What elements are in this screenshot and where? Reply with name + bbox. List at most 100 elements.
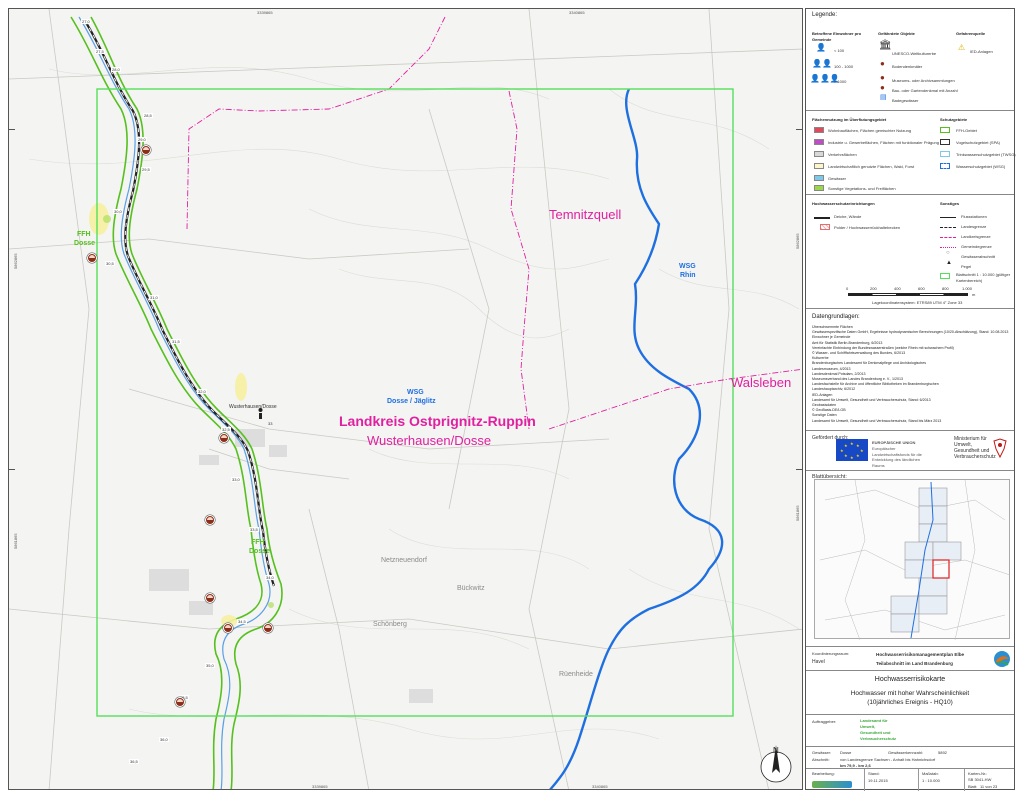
map-canvas[interactable]: 3339865 3340865 3339865 3340865 5862865 … — [8, 8, 803, 790]
coord-bottom-left: 3339865 — [312, 784, 328, 789]
km-label: 31,5 — [171, 339, 181, 344]
km-label: 27,5 — [95, 49, 105, 54]
bodendenkmal-label: Bodendenkmäler — [892, 64, 923, 69]
km-label: 28,0 — [111, 67, 121, 72]
sources-section: Datengrundlagen: Überschwemmte Flächen G… — [806, 309, 1014, 431]
label-wusterhausen-gemeinde: Wusterhausen/Dosse — [367, 433, 492, 448]
scenario-subtitle: (10jährliches Ereignis - HQ10) — [867, 699, 953, 706]
scale-bar — [848, 293, 968, 296]
overview-map-drawing — [819, 479, 1011, 641]
blatt-label: Blatt: — [968, 784, 978, 789]
dike-sample — [814, 217, 830, 219]
people-two-icon: 👤👤 — [812, 59, 832, 68]
km-label: 31,0 — [149, 295, 159, 300]
km-range: km 79,9 - km 2,6 — [840, 763, 871, 768]
bodendenkmal-marker[interactable] — [219, 433, 229, 443]
hazard-title: Gefahrenquelle — [956, 31, 986, 36]
landuse-label: Wohnbauflächen, Flächen gemischter Nutzu… — [828, 128, 912, 133]
landesgrenze-label: Landesgrenze — [961, 224, 987, 229]
gemeindegrenze-label: Gemeindegrenze — [961, 244, 992, 249]
tb-divider — [864, 769, 865, 791]
frame-tick — [796, 469, 802, 470]
people-small-label: < 100 — [834, 48, 845, 53]
bodendenkmal-marker[interactable] — [141, 145, 151, 155]
legend-objects-section: Legende: Betroffene Einwohner pro Gemein… — [806, 9, 1014, 111]
label-ffh-bottom-1: FFH — [251, 539, 265, 546]
other-title: Sonstiges — [940, 201, 960, 206]
label-wsg-rhin-2: Rhin — [680, 272, 696, 279]
gewaesser-label: Gewässer: — [812, 750, 832, 755]
spa-label: Vogelschutzgebiet (SPA) — [956, 140, 1000, 145]
eu-text-sub: Europäischer Landwirtschaftsfonds für di… — [872, 446, 922, 468]
coord-right-upper: 5862865 — [795, 233, 800, 249]
km-label: 28,5 — [143, 113, 153, 118]
scale-unit-label: m — [972, 292, 976, 297]
pegel-icon: ▲ — [946, 260, 952, 266]
landuse-swatch-landwirtschaft — [814, 163, 824, 169]
structures-section: Hochwasserschutzeinrichtungen Sonstiges … — [806, 195, 1014, 309]
massstab-value: 1 : 10.000 — [922, 778, 940, 783]
frame-tick — [9, 469, 15, 470]
funding-section: Gefördert durch: ★ ★ ★ ★ ★ ★ ★ ★ EUROPÄISCHE … — [806, 431, 1014, 471]
badegewaesser-icon: ▤ — [880, 94, 887, 101]
km-label: 32,0 — [197, 389, 207, 394]
unesco-icon: 🏛 — [879, 40, 892, 51]
river-station-sample — [940, 217, 956, 218]
km-label: 36,0 — [159, 737, 169, 742]
label-netzneuendorf: Netzneuendorf — [381, 557, 427, 564]
label-ffh-top-1: FFH — [77, 231, 91, 238]
bodendenkmal-marker[interactable] — [263, 623, 273, 633]
scale-tick-label: 400 — [894, 286, 901, 291]
bodendenkmal-marker[interactable] — [223, 623, 233, 633]
legend-panel: Legende: Betroffene Einwohner pro Gemein… — [760, 8, 1016, 791]
landesgrenze-sample — [940, 227, 956, 228]
dike-label: Deiche, Wände — [834, 214, 862, 219]
gewaesser-value: Dosse — [840, 750, 852, 755]
label-wsg-dosse-1: WSG — [407, 389, 424, 396]
gemeindegrenze-east — [508, 90, 530, 430]
map-title-section: Hochwasserrisikokarte Hochwasser mit hoh… — [806, 671, 1014, 715]
km-label: 30,5 — [105, 261, 115, 266]
coord-bottom-right: 3340865 — [592, 784, 608, 789]
overview-map[interactable] — [814, 479, 1011, 641]
stand-value: 19.11.2015 — [868, 778, 888, 783]
landuse-label: Industrie u. Gewerbeflächen, Flächen mit… — [828, 140, 939, 145]
bodendenkmal-marker[interactable] — [205, 515, 215, 525]
svg-text:N: N — [773, 746, 779, 755]
bearbeitung-section: Bearbeitung: Stand: 19.11.2015 Maßstab: … — [806, 769, 1014, 791]
badegewaesser-label: Badegewässer — [892, 98, 919, 103]
auftraggeber-line: Gesundheit und — [860, 730, 891, 735]
coord-left-lower: 5861865 — [13, 533, 18, 549]
legend-title: Legende: — [812, 12, 838, 18]
coord-right-lower: 5861865 — [795, 505, 800, 521]
bodendenkmal-marker[interactable] — [175, 697, 185, 707]
wsg-rhin-boundary — [549, 88, 724, 789]
bodendenkmal-marker[interactable] — [205, 593, 215, 603]
current-sheet-marker — [932, 559, 950, 579]
river-station-label: Flussstationen — [961, 214, 987, 219]
polder-swatch — [820, 224, 830, 230]
landuse-label: Gewässer — [828, 176, 847, 181]
people-large-label: > 1000 — [834, 79, 847, 84]
gewaesserabschnitt-icon: ○ — [946, 250, 950, 256]
eu-flag-icon: ★ ★ ★ ★ ★ ★ ★ ★ — [836, 439, 868, 461]
blattschnitt-swatch — [940, 273, 950, 279]
bodendenkmal-icon: ● — [880, 59, 885, 68]
gemeindegrenze-north — [186, 16, 446, 230]
km-label: 36,5 — [129, 759, 139, 764]
affected-objects-title: Gefährdete Objekte — [878, 31, 915, 36]
ied-label: IED-Anlagen — [970, 49, 993, 54]
dike-line-dash — [84, 20, 275, 587]
scale-tick-label: 600 — [918, 286, 925, 291]
landuse-swatch-industrie — [814, 139, 824, 145]
auftraggeber-line: Landesamt für — [860, 718, 888, 723]
bodendenkmal-marker[interactable] — [87, 253, 97, 263]
auftraggeber-line: Verbraucherschutz — [860, 736, 897, 741]
plan-title: Hochwasserrisikomanagementplan Elbe — [876, 652, 965, 657]
auftraggeber-label: Auftraggeber: — [812, 719, 837, 724]
km-label: 34,0 — [265, 575, 275, 580]
twsg-swatch — [940, 151, 950, 157]
label-walsleben: Walsleben — [731, 375, 792, 390]
blatt-value: 11 von 23 — [980, 784, 998, 789]
protected-title: Schutzgebiete — [940, 117, 968, 122]
